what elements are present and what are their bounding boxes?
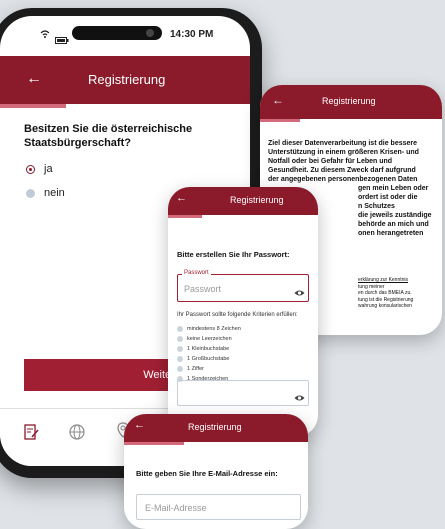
password-prompt: Bitte erstellen Sie Ihr Passwort: xyxy=(177,250,290,259)
criteria-item: 1 Großbuchstabe xyxy=(177,355,307,365)
criteria-item: 1 Ziffer xyxy=(177,365,307,375)
progress-indicator xyxy=(124,442,184,445)
password-placeholder: Passwort xyxy=(184,284,222,294)
email-card: ← Registrierung Bitte geben Sie Ihre E-M… xyxy=(124,414,308,529)
password-repeat-field[interactable] xyxy=(177,380,309,406)
back-arrow-icon[interactable]: ← xyxy=(26,70,42,88)
password-header: ← Registrierung xyxy=(168,187,318,215)
page-title: Registrierung xyxy=(88,72,166,87)
progress-indicator xyxy=(168,215,202,218)
email-placeholder: E-Mail-Adresse xyxy=(145,503,207,513)
progress-indicator xyxy=(0,104,66,108)
back-arrow-icon[interactable]: ← xyxy=(176,192,187,204)
eye-icon[interactable] xyxy=(294,389,305,407)
status-time: 14:30 PM xyxy=(170,29,214,40)
option-nein[interactable]: nein xyxy=(24,186,144,200)
option-nein-label: nein xyxy=(44,187,65,199)
password-field-label: Passwort xyxy=(182,270,211,276)
option-ja[interactable]: ja xyxy=(24,162,144,176)
criteria-heading: Ihr Passwort sollte folgende Kriterien e… xyxy=(177,312,298,318)
password-card: ← Registrierung Bitte erstellen Sie Ihr … xyxy=(168,187,318,437)
battery-icon xyxy=(55,31,69,49)
radio-nein[interactable] xyxy=(26,189,35,198)
criteria-list: mindestens 8 Zeichen keine Leerzeichen 1… xyxy=(177,325,307,385)
status-bar: 14:30 PM xyxy=(0,16,250,56)
document-edit-icon[interactable] xyxy=(22,423,40,441)
email-header: ← Registrierung xyxy=(124,414,308,442)
back-arrow-icon[interactable]: ← xyxy=(272,93,284,107)
password-field[interactable]: Passwort Passwort xyxy=(177,270,309,302)
progress-indicator xyxy=(260,119,300,122)
option-ja-label: ja xyxy=(44,163,53,175)
back-arrow-icon[interactable]: ← xyxy=(134,419,145,431)
privacy-header: ← Registrierung xyxy=(260,85,442,119)
criteria-item: keine Leerzeichen xyxy=(177,335,307,345)
criteria-item: mindestens 8 Zeichen xyxy=(177,325,307,335)
email-prompt: Bitte geben Sie Ihre E-Mail-Adresse ein: xyxy=(136,469,278,478)
privacy-small-text: erklärung zur Kenntnis tung meiner en du… xyxy=(358,277,414,309)
app-header: ← Registrierung xyxy=(0,56,250,104)
globe-icon[interactable] xyxy=(68,423,86,441)
citizenship-question: Besitzen Sie die österreichische Staatsb… xyxy=(24,123,193,149)
criteria-item: 1 Kleinbuchstabe xyxy=(177,345,307,355)
eye-icon[interactable] xyxy=(294,284,305,302)
wifi-icon xyxy=(40,30,50,40)
privacy-title: Registrierung xyxy=(322,96,376,106)
camera-notch xyxy=(72,26,162,40)
email-field[interactable]: E-Mail-Adresse xyxy=(136,494,301,520)
email-title: Registrierung xyxy=(188,422,242,432)
password-title: Registrierung xyxy=(230,195,284,205)
radio-ja[interactable] xyxy=(26,165,35,174)
